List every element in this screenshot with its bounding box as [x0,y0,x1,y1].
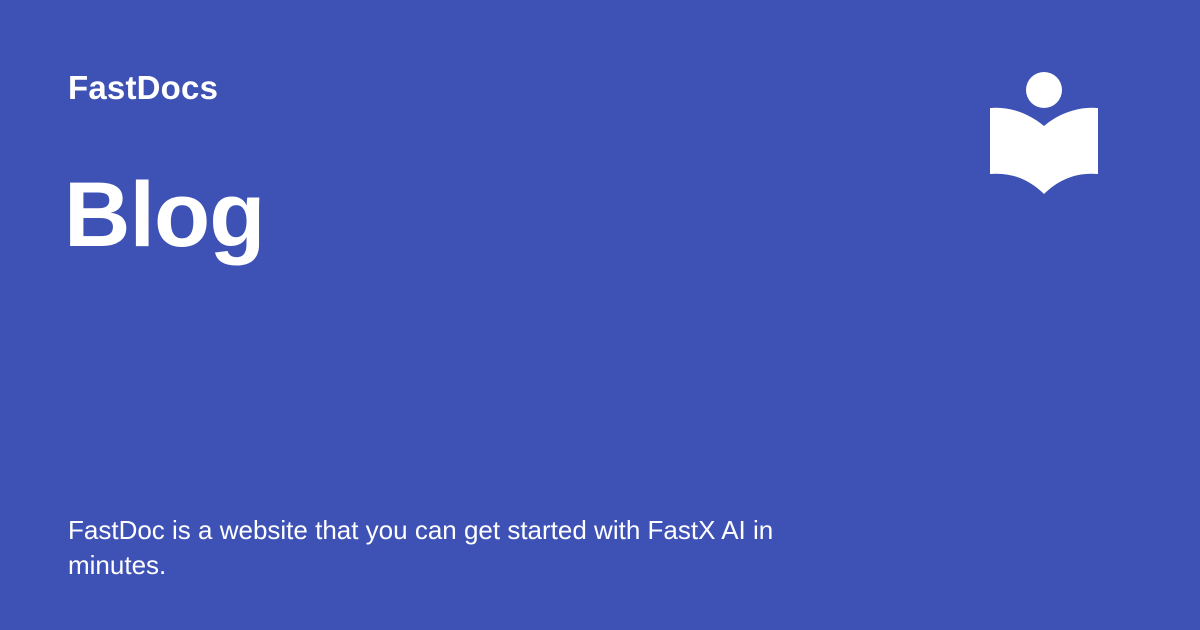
social-card: FastDocs Blog FastDoc is a website that … [0,0,1200,630]
open-book-reader-icon [990,72,1098,194]
site-name: FastDocs [68,69,219,106]
page-description: FastDoc is a website that you can get st… [68,515,774,580]
page-title: Blog [64,164,265,266]
